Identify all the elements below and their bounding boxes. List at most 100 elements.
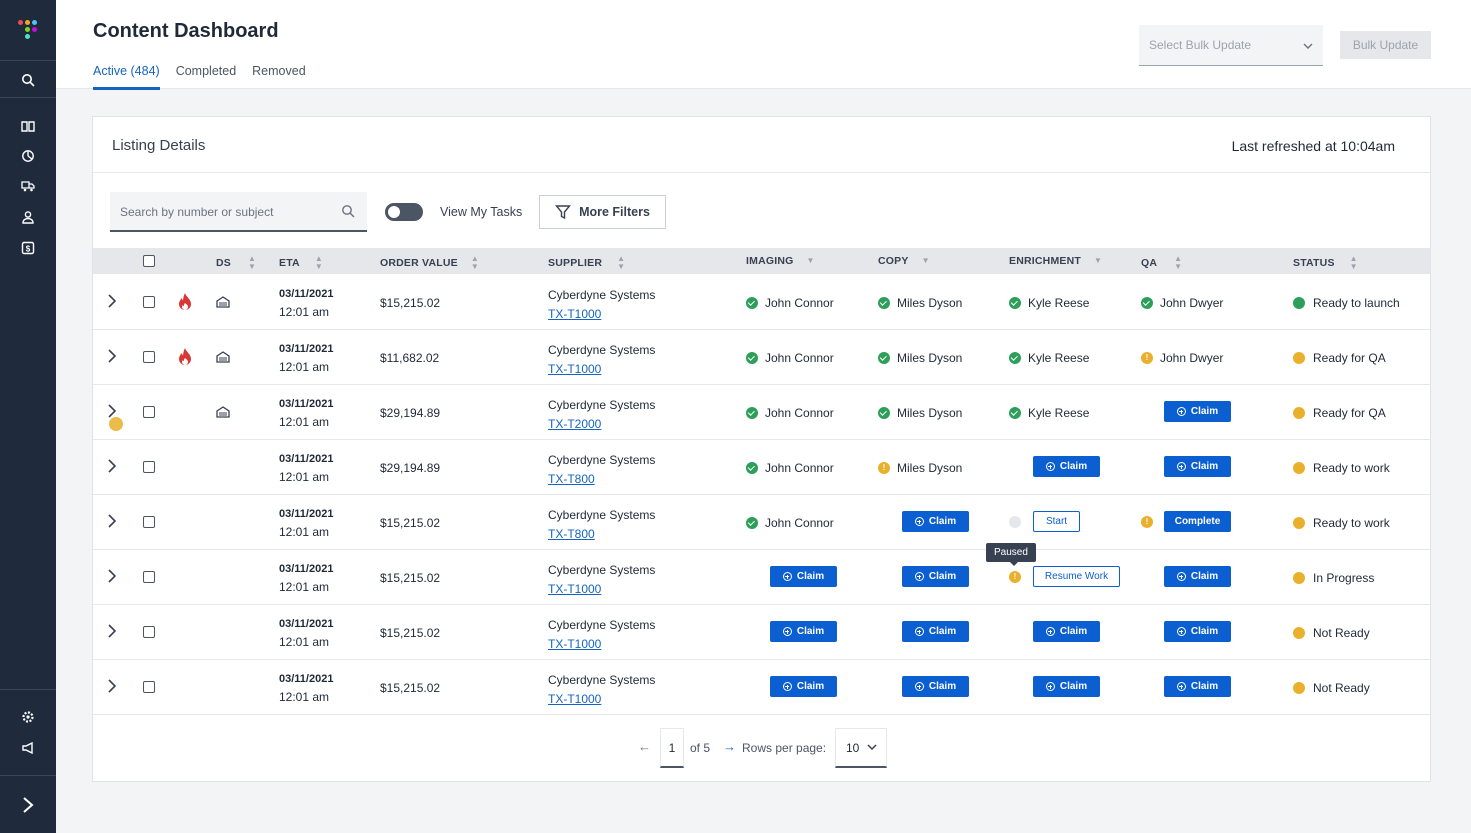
column-enrichment[interactable]: ENRICHMENT ▼ — [1009, 255, 1102, 267]
supplier-link[interactable]: TX-T800 — [548, 527, 655, 541]
expand-row-icon[interactable] — [107, 294, 117, 313]
resume-work-button[interactable]: Resume Work — [1033, 566, 1120, 587]
check-circle-icon — [746, 297, 758, 309]
claim-label: Claim — [1059, 626, 1088, 637]
enrichment-start-button[interactable]: Start — [1033, 511, 1080, 532]
gear-icon[interactable] — [20, 709, 36, 725]
column-enrichment-label: ENRICHMENT — [1009, 255, 1081, 267]
claim-label: Claim — [928, 571, 957, 582]
supplier-link[interactable]: TX-T1000 — [548, 307, 655, 321]
sort-icon: ▲ ▼ — [617, 254, 626, 271]
enrichment-claim-button[interactable]: Claim — [1033, 456, 1100, 477]
copy-claim-button[interactable]: Claim — [902, 676, 969, 697]
column-supplier[interactable]: SUPPLIER ▲ ▼ — [548, 255, 625, 271]
row-checkbox[interactable] — [143, 461, 155, 473]
fire-icon — [176, 292, 194, 315]
more-filters-button[interactable]: More Filters — [539, 195, 666, 229]
row-checkbox[interactable] — [143, 351, 155, 363]
column-eta[interactable]: ETA ▲ ▼ — [279, 255, 323, 271]
column-qa[interactable]: QA ▲ ▼ — [1141, 255, 1182, 271]
qa-claim-button[interactable]: Claim — [1164, 676, 1231, 697]
copy-claim-button[interactable]: Claim — [902, 511, 969, 532]
column-copy[interactable]: COPY ▼ — [878, 255, 930, 267]
column-order-value[interactable]: ORDER VALUE ▲ ▼ — [380, 255, 479, 271]
expand-row-icon[interactable] — [107, 624, 117, 643]
table-row: 03/11/2021 12:01 am $15,215.02 Cyberdyne … — [93, 550, 1430, 605]
tab-removed[interactable]: Removed — [252, 64, 306, 90]
rows-per-page-select[interactable]: 10 — [835, 728, 887, 768]
supplier-link[interactable]: TX-T1000 — [548, 692, 655, 706]
assignee-name: Kyle Reese — [1028, 406, 1090, 420]
enrichment-claim-button[interactable]: Claim — [1033, 676, 1100, 697]
sidebar-expand-icon[interactable] — [0, 776, 56, 833]
copy-claim-button[interactable]: Claim — [902, 566, 969, 587]
qa-assignee: John Dwyer — [1141, 296, 1223, 310]
book-icon[interactable] — [20, 118, 36, 134]
imaging-claim-button[interactable]: Claim — [770, 566, 837, 587]
expand-row-icon[interactable] — [107, 459, 117, 478]
row-checkbox[interactable] — [143, 626, 155, 638]
expand-row-icon[interactable] — [107, 569, 117, 588]
assignee-name: John Connor — [765, 351, 834, 365]
plus-circle-icon — [1176, 572, 1186, 581]
table-row: 03/11/2021 12:01 am $15,215.02 Cyberdyne … — [93, 495, 1430, 550]
supplier-link[interactable]: TX-T1000 — [548, 582, 655, 596]
copy-assignee: Miles Dyson — [878, 406, 962, 420]
column-supplier-label: SUPPLIER — [548, 257, 603, 269]
plus-circle-icon — [1045, 627, 1055, 636]
table-row: 03/11/2021 12:01 am $11,682.02 Cyberdyne … — [93, 330, 1430, 385]
qa-claim-button[interactable]: Claim — [1164, 456, 1231, 477]
imaging-claim-button[interactable]: Claim — [770, 676, 837, 697]
row-checkbox[interactable] — [143, 296, 155, 308]
row-checkbox[interactable] — [143, 406, 155, 418]
supplier-link[interactable]: TX-T1000 — [548, 637, 655, 651]
copy-claim-button[interactable]: Claim — [902, 621, 969, 642]
expand-row-icon[interactable] — [107, 349, 117, 368]
truck-icon[interactable] — [20, 178, 36, 194]
enrichment-claim-button[interactable]: Claim — [1033, 621, 1100, 642]
table-header: DS ▲ ▼ ETA ▲ ▼ ORDER VALUE ▲ ▼ SUPPLIER ▲ ▼ IMAG… — [93, 248, 1430, 274]
bulk-update-select[interactable]: Select Bulk Update — [1139, 25, 1323, 66]
dollar-icon[interactable]: $ — [20, 240, 36, 256]
supplier-link[interactable]: TX-T1000 — [548, 362, 655, 376]
row-checkbox[interactable] — [143, 516, 155, 528]
brand-logo-icon[interactable] — [18, 20, 38, 40]
tab-completed[interactable]: Completed — [176, 64, 236, 90]
megaphone-icon[interactable] — [20, 740, 36, 756]
row-checkbox[interactable] — [143, 571, 155, 583]
check-circle-icon — [1141, 297, 1153, 309]
chart-pie-icon[interactable] — [20, 148, 36, 164]
qa-claim-button[interactable]: Claim — [1164, 621, 1231, 642]
search-input[interactable]: Search by number or subject — [110, 192, 367, 232]
imaging-claim-button[interactable]: Claim — [770, 621, 837, 642]
select-all-checkbox[interactable] — [143, 255, 155, 267]
claim-label: Claim — [928, 681, 957, 692]
column-status[interactable]: STATUS ▲ ▼ — [1293, 255, 1358, 271]
supplier-link[interactable]: TX-T2000 — [548, 417, 655, 431]
expand-row-icon[interactable] — [107, 679, 117, 698]
eta-date: 03/11/2021 — [279, 453, 334, 465]
qa-claim-button[interactable]: Claim — [1164, 566, 1231, 587]
order-value: $15,215.02 — [380, 571, 441, 585]
tab-active[interactable]: Active (484) — [93, 64, 160, 90]
arrow-left-icon[interactable]: ← — [638, 739, 651, 754]
expand-row-icon[interactable] — [107, 514, 117, 533]
bulk-update-button[interactable]: Bulk Update — [1340, 31, 1431, 59]
arrow-right-icon[interactable]: → — [723, 739, 736, 754]
view-my-tasks-toggle[interactable] — [385, 203, 423, 221]
column-imaging[interactable]: IMAGING ▼ — [746, 255, 815, 267]
row-checkbox[interactable] — [143, 681, 155, 693]
qa-complete-button[interactable]: Complete — [1164, 511, 1231, 532]
assignee-name: John Dwyer — [1160, 296, 1224, 310]
claim-label: Claim — [796, 681, 825, 692]
column-ds[interactable]: DS ▲ ▼ — [216, 255, 256, 271]
paused-icon[interactable] — [1009, 571, 1021, 583]
page-number-input[interactable]: 1 — [660, 728, 684, 768]
search-icon[interactable] — [20, 72, 36, 88]
qa-claim-button[interactable]: Claim — [1164, 401, 1231, 422]
table-row: 03/11/2021 12:01 am $29,194.89 Cyberdyne … — [93, 385, 1430, 440]
user-icon[interactable] — [20, 209, 36, 225]
chevron-down-icon — [867, 744, 877, 751]
supplier-name: Cyberdyne Systems — [548, 398, 656, 412]
supplier-link[interactable]: TX-T800 — [548, 472, 655, 486]
